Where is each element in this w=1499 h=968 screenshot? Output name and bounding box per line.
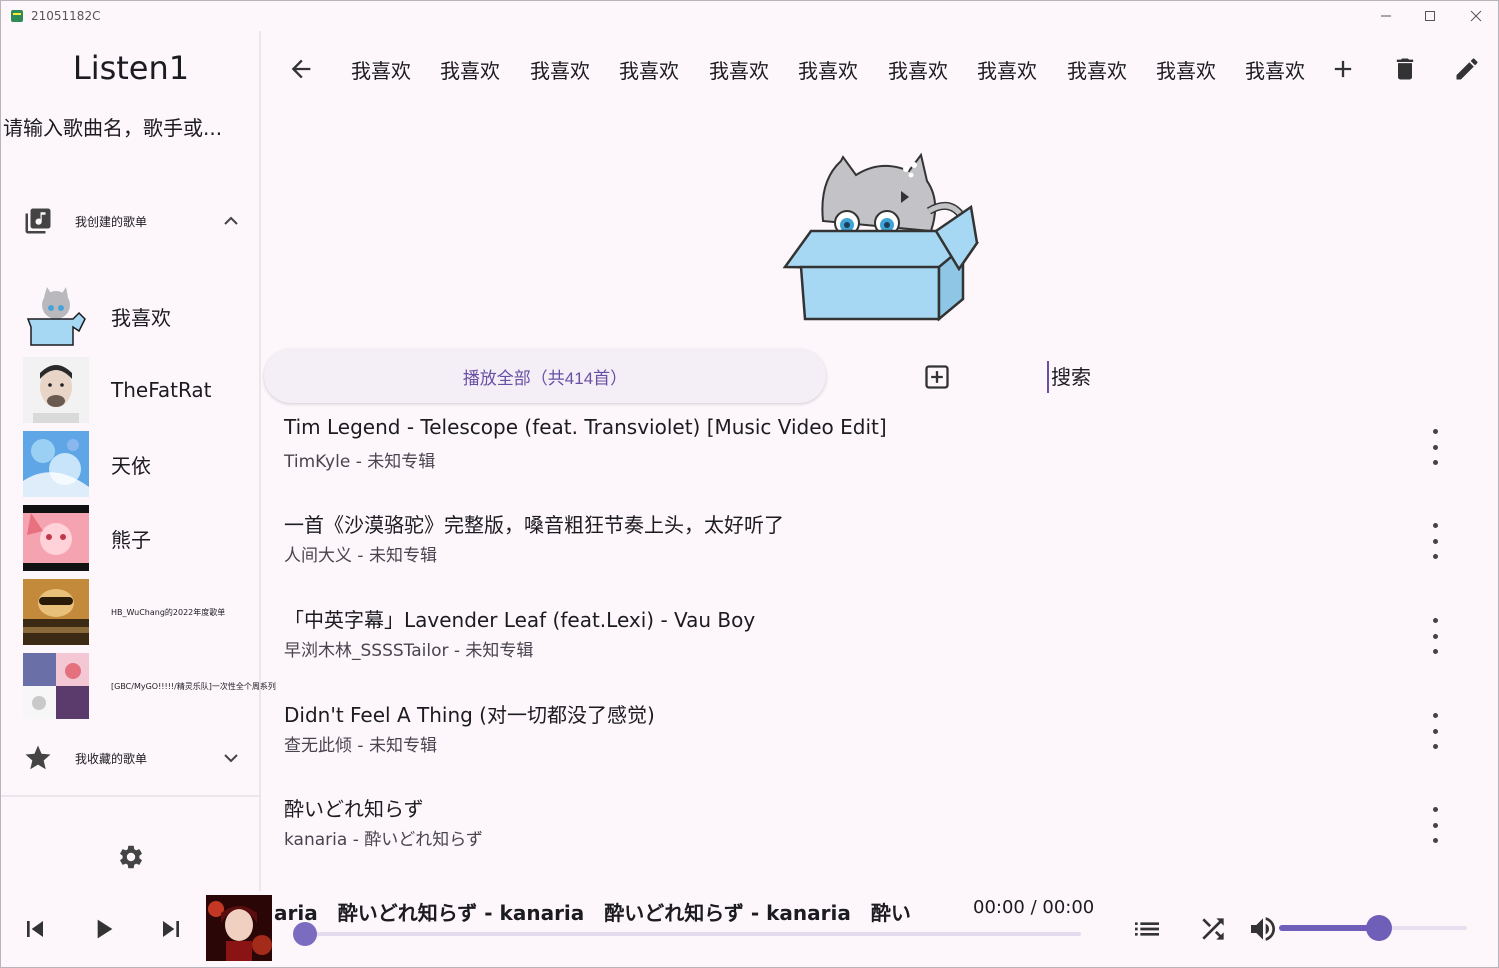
song-title: 酔いどれ知らず (284, 797, 424, 821)
settings-gear-icon[interactable] (117, 843, 145, 871)
tab-playlist[interactable]: 我喜欢 (440, 55, 500, 84)
song-search-input[interactable] (3, 113, 253, 143)
playlist-name: 熊子 (111, 527, 151, 552)
volume-slider[interactable] (1279, 915, 1467, 941)
playlist-queue-icon[interactable] (1131, 913, 1163, 945)
app-icon (11, 10, 23, 22)
tab-playlist[interactable]: 我喜欢 (888, 55, 948, 84)
playlist-item-天依[interactable]: 天依 (23, 431, 253, 497)
playlist-hero-catbox-image (782, 152, 980, 322)
playlist-name: TheFatRat (111, 378, 212, 402)
playlist-cover-anime-pink (23, 505, 89, 571)
song-artist-album: 早浏木林_SSSSTailor - 未知专辑 (284, 641, 534, 661)
tab-playlist[interactable]: 我喜欢 (351, 55, 411, 84)
tab-playlist[interactable]: 我喜欢 (530, 55, 590, 84)
more-vert-icon[interactable] (1423, 807, 1447, 843)
song-row[interactable]: 酔いどれ知らず kanaria - 酔いどれ知らず (263, 779, 1498, 873)
list-search-input[interactable] (1047, 361, 1247, 393)
play-icon[interactable] (87, 913, 119, 945)
playlist-cover-anime-blue (23, 431, 89, 497)
song-artist-album: 人间大义 - 未知专辑 (284, 546, 437, 566)
add-tab-plus-icon[interactable] (1329, 55, 1357, 83)
playlist-cover-portrait (23, 357, 89, 423)
playlist-cover-game-art (23, 579, 89, 645)
close-button[interactable] (1453, 1, 1499, 31)
more-vert-icon[interactable] (1423, 429, 1447, 465)
playback-time: 00:00 / 00:00 (973, 897, 1095, 918)
song-row[interactable]: Didn't Feel A Thing (对一切都没了感觉) 查无此倾 - 未知… (263, 685, 1498, 779)
player-bar: aria 酔いどれ知らず - kanaria 酔いどれ知らず - kanaria… (1, 891, 1498, 967)
tab-playlist[interactable]: 我喜欢 (977, 55, 1037, 84)
volume-level (1279, 925, 1379, 931)
playlist-item-wuchang[interactable]: HB_WuChang的2022年度歌单 (23, 579, 253, 645)
skip-next-icon[interactable] (155, 913, 187, 945)
minimize-button[interactable] (1363, 1, 1409, 31)
top-bar: 我喜欢 我喜欢 我喜欢 我喜欢 我喜欢 我喜欢 我喜欢 我喜欢 我喜欢 我喜欢 … (263, 41, 1498, 97)
song-artist-album: TimKyle - 未知专辑 (284, 452, 436, 472)
tab-playlist[interactable]: 我喜欢 (1067, 55, 1127, 84)
song-title: Didn't Feel A Thing (对一切都没了感觉) (284, 703, 655, 727)
playlist-name: 天依 (111, 453, 151, 478)
playlist-icon (25, 208, 51, 234)
shuffle-icon[interactable] (1197, 913, 1229, 945)
song-artist-album: 查无此倾 - 未知专辑 (284, 736, 437, 756)
edit-pencil-icon[interactable] (1453, 55, 1481, 83)
tab-playlist[interactable]: 我喜欢 (709, 55, 769, 84)
playlist-name: [GBC/MyGO!!!!!/精灵乐队]一次性全个周系列 (111, 681, 276, 691)
progress-knob[interactable] (293, 922, 317, 946)
skip-previous-icon[interactable] (19, 913, 51, 945)
star-icon (25, 745, 51, 770)
tab-playlist[interactable]: 我喜欢 (1156, 55, 1216, 84)
title-bar: 21051182C (1, 1, 1498, 31)
more-vert-icon[interactable] (1423, 523, 1447, 559)
tab-playlist[interactable]: 我喜欢 (1245, 55, 1305, 84)
sidebar-divider (1, 795, 259, 797)
now-playing-cover (206, 895, 272, 961)
playlist-item-我喜欢[interactable]: 我喜欢 (23, 283, 253, 349)
song-title: Tim Legend - Telescope (feat. Transviole… (284, 415, 887, 439)
chevron-up-icon (224, 216, 238, 225)
song-row[interactable]: Tim Legend - Telescope (feat. Transviole… (263, 401, 1498, 495)
song-artist-album: kanaria - 酔いどれ知らず (284, 830, 483, 850)
window-title: 21051182C (31, 9, 101, 23)
song-row[interactable]: 一首《沙漠骆驼》完整版，嗓音粗狂节奏上头，太好听了 人间大义 - 未知专辑 (263, 495, 1498, 589)
more-vert-icon[interactable] (1423, 713, 1447, 749)
now-playing-marquee: aria 酔いどれ知らず - kanaria 酔いどれ知らず - kanaria… (274, 901, 911, 925)
app-window: 21051182C Listen1 我创建的歌单 (0, 0, 1499, 968)
delete-trash-icon[interactable] (1391, 55, 1419, 83)
playlist-name: HB_WuChang的2022年度歌单 (111, 607, 226, 617)
song-title: 「中英字幕」Lavender Leaf (feat.Lexi) - Vau Bo… (284, 608, 756, 632)
app-brand: Listen1 (72, 49, 190, 87)
close-icon (1470, 10, 1482, 22)
favorite-playlists-label: 我收藏的歌单 (75, 751, 148, 766)
volume-icon[interactable] (1247, 913, 1279, 945)
maximize-button[interactable] (1407, 1, 1453, 31)
playlist-item-mygo[interactable]: [GBC/MyGO!!!!!/精灵乐队]一次性全个周系列 (23, 653, 276, 719)
created-playlists-label: 我创建的歌单 (75, 214, 148, 229)
minimize-icon (1381, 15, 1391, 17)
playlist-item-thefatrat[interactable]: TheFatRat (23, 357, 253, 423)
progress-slider[interactable] (293, 922, 1081, 946)
favorite-playlists-header[interactable]: 我收藏的歌单 (23, 738, 243, 778)
more-vert-icon[interactable] (1423, 618, 1447, 654)
sidebar: Listen1 我创建的歌单 我喜欢 (1, 31, 276, 891)
add-box-icon[interactable] (923, 363, 951, 391)
playlist-cover-collage (23, 653, 89, 719)
tab-playlist[interactable]: 我喜欢 (798, 55, 858, 84)
play-all-button[interactable]: 播放全部（共414首） (264, 349, 826, 403)
created-playlists-header[interactable]: 我创建的歌单 (23, 201, 243, 241)
back-arrow-icon[interactable] (287, 55, 315, 83)
playlist-name: 我喜欢 (111, 305, 171, 330)
chevron-down-icon (224, 754, 238, 763)
playlist-item-熊子[interactable]: 熊子 (23, 505, 253, 571)
song-row[interactable]: 「中英字幕」Lavender Leaf (feat.Lexi) - Vau Bo… (263, 590, 1498, 684)
tab-playlist[interactable]: 我喜欢 (619, 55, 679, 84)
song-title: 一首《沙漠骆驼》完整版，嗓音粗狂节奏上头，太好听了 (284, 513, 784, 537)
maximize-icon (1425, 11, 1435, 21)
playlist-cover-catbox (23, 283, 89, 349)
volume-knob[interactable] (1365, 915, 1392, 941)
